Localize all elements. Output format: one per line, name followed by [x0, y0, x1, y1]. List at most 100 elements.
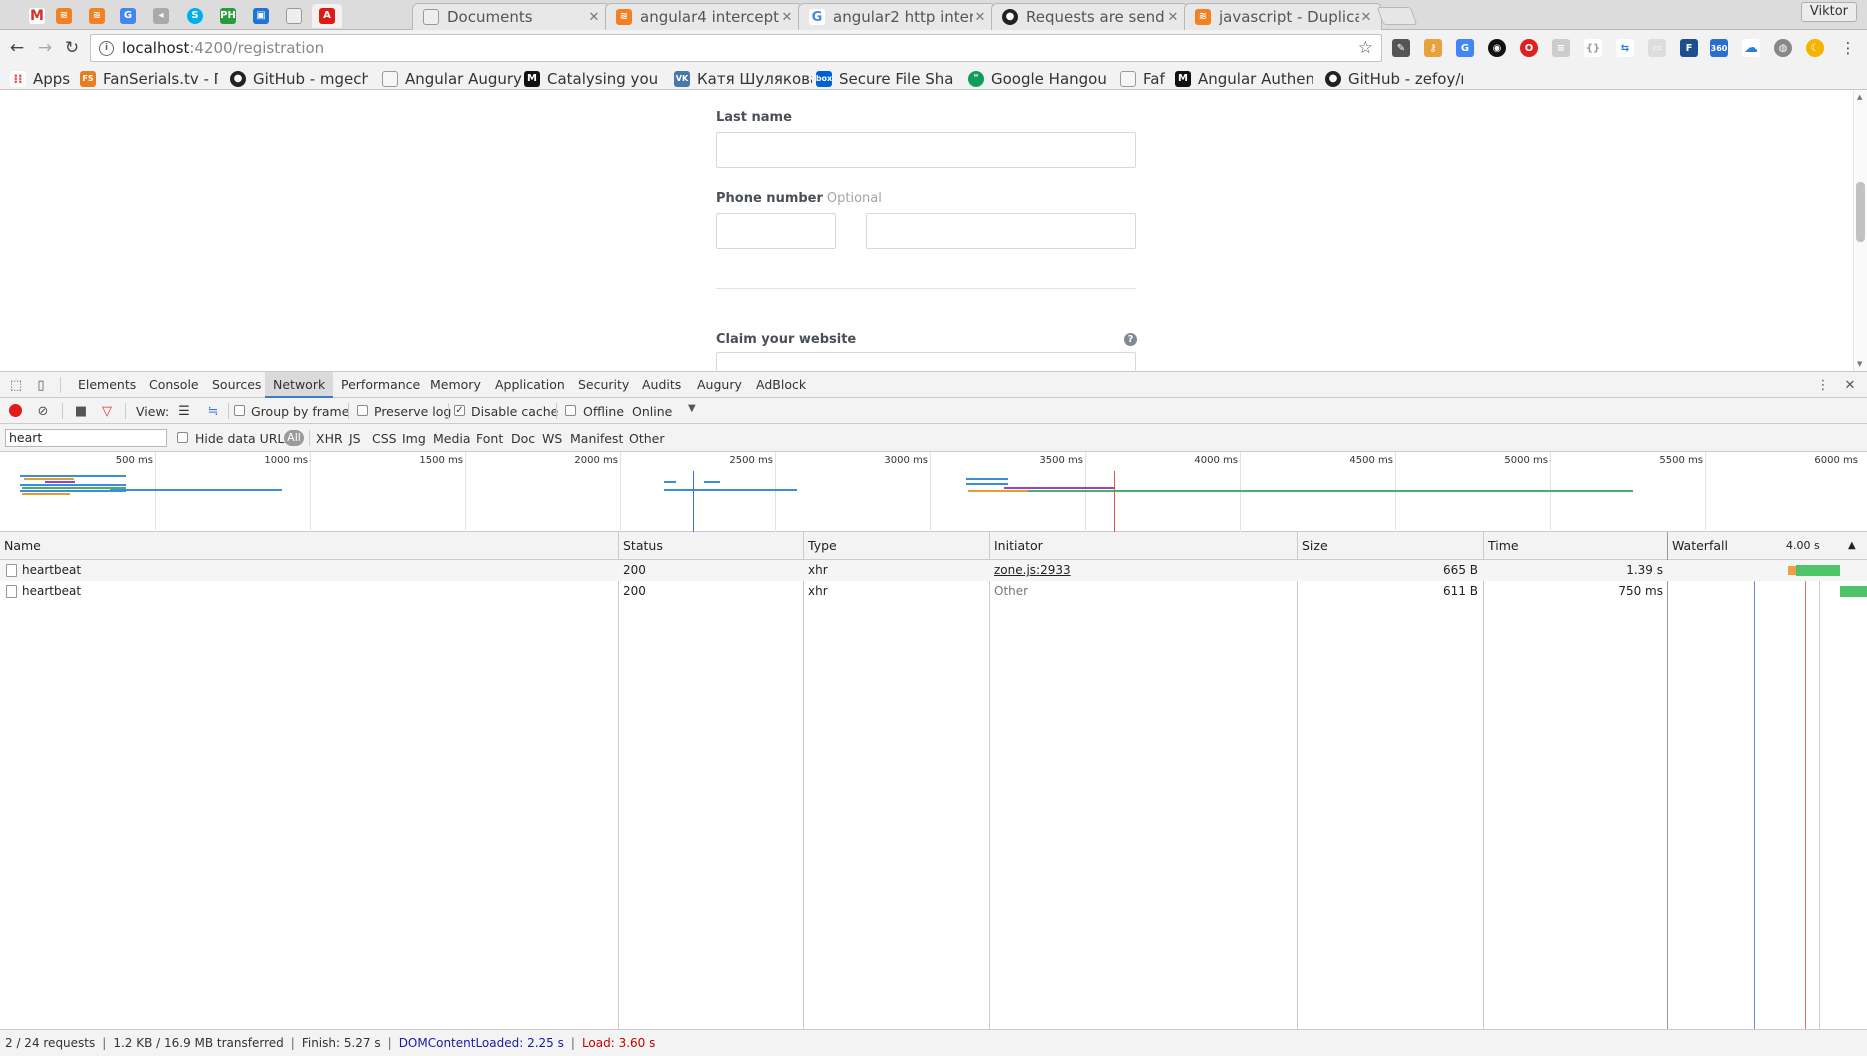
tab-documents[interactable]: Documents ✕	[412, 3, 610, 30]
group-by-frame-checkbox[interactable]	[234, 405, 245, 416]
page-scrollbar[interactable]: ▲ ▼	[1853, 90, 1867, 371]
extension-moon-icon[interactable]: ☾	[1806, 39, 1824, 57]
overview-icon[interactable]: ≒	[205, 403, 221, 419]
extension-key-icon[interactable]: ⚷	[1424, 39, 1442, 57]
devtools-tab-console[interactable]: Console	[141, 372, 207, 398]
filter-type-js[interactable]: JS	[349, 431, 361, 446]
devtools-tab-audits[interactable]: Audits	[634, 372, 689, 398]
address-bar[interactable]: i localhost:4200/registration ☆	[90, 34, 1382, 62]
pinned-tab-document[interactable]	[279, 4, 309, 28]
bookmark-angular-auth[interactable]: M Angular Authent	[1175, 69, 1313, 89]
devtools-close-icon[interactable]: ✕	[1842, 377, 1858, 393]
tab-requests-are-send[interactable]: ● Requests are send t ✕	[991, 3, 1189, 30]
close-icon[interactable]: ✕	[780, 10, 794, 25]
extension-circle-icon[interactable]: ◉	[1488, 39, 1506, 57]
bookmark-faf[interactable]: Faf	[1120, 69, 1172, 89]
devtools-menu-icon[interactable]: ⋮	[1815, 377, 1831, 393]
devtools-tab-performance[interactable]: Performance	[333, 372, 428, 398]
devtools-tab-memory[interactable]: Memory	[422, 372, 489, 398]
filter-type-other[interactable]: Other	[629, 431, 665, 446]
column-header-name[interactable]: Name	[4, 532, 41, 560]
column-header-type[interactable]: Type	[808, 532, 837, 560]
bookmark-vk[interactable]: VK Катя Шулякова	[674, 69, 812, 89]
large-rows-icon[interactable]: ☰	[176, 403, 192, 419]
help-icon[interactable]: ?	[1124, 333, 1137, 346]
filter-input[interactable]: heart	[5, 429, 167, 447]
extension-json-icon[interactable]: {}	[1584, 39, 1602, 57]
close-icon[interactable]: ✕	[1359, 10, 1373, 25]
filter-type-media[interactable]: Media	[433, 431, 471, 446]
tab-angular2-http[interactable]: G angular2 http interc ✕	[798, 3, 996, 30]
pinned-tab-producthunt[interactable]: PH	[213, 4, 243, 28]
scroll-down-icon[interactable]: ▼	[1857, 360, 1862, 368]
bookmark-catalysing[interactable]: M Catalysing your A	[524, 69, 658, 89]
tab-javascript-duplicate[interactable]: ≋ javascript - Duplica ✕	[1184, 3, 1382, 30]
devtools-tab-augury[interactable]: Augury	[689, 372, 750, 398]
column-divider[interactable]	[1667, 532, 1668, 1029]
extension-globe-icon[interactable]: ◍	[1774, 39, 1792, 57]
scrollbar-thumb[interactable]	[1856, 182, 1865, 242]
devtools-tab-adblock[interactable]: AdBlock	[748, 372, 814, 398]
profile-button[interactable]: Viktor	[1800, 2, 1857, 22]
phone-country-code-input[interactable]	[716, 213, 836, 249]
pinned-tab-translate[interactable]: G	[113, 4, 143, 28]
extension-360-icon[interactable]: 360	[1710, 39, 1728, 57]
devtools-tab-elements[interactable]: Elements	[70, 372, 144, 398]
filter-type-manifest[interactable]: Manifest	[570, 431, 623, 446]
pinned-tab-audio[interactable]: ◂	[146, 4, 176, 28]
column-divider[interactable]	[1483, 532, 1484, 1029]
pinned-tab-stackoverflow-2[interactable]: ≋	[82, 4, 112, 28]
claim-website-input[interactable]	[716, 352, 1136, 371]
pinned-tab-angular[interactable]: A	[312, 4, 342, 28]
extension-opera-icon[interactable]: O	[1520, 39, 1538, 57]
info-icon[interactable]: i	[99, 40, 114, 56]
capture-screenshots-icon[interactable]: ■	[73, 403, 89, 419]
bookmark-star-icon[interactable]: ☆	[1358, 38, 1373, 58]
sort-ascending-icon[interactable]: ▲	[1848, 532, 1856, 560]
pinned-tab-stackoverflow-1[interactable]: ≋	[49, 4, 79, 28]
extension-eyedropper-icon[interactable]: ✎	[1392, 39, 1410, 57]
last-name-input[interactable]	[716, 132, 1136, 168]
throttling-select[interactable]: Online	[632, 404, 672, 419]
column-divider[interactable]	[989, 532, 990, 1029]
filter-icon[interactable]: ▽	[99, 403, 115, 419]
devtools-tab-network[interactable]: Network	[265, 372, 334, 398]
table-row[interactable]: heartbeat 200 xhr Other 611 B 750 ms	[0, 581, 1867, 602]
record-icon[interactable]	[9, 404, 22, 417]
phone-number-input[interactable]	[866, 213, 1136, 249]
bookmark-angular-augury[interactable]: Angular Augury	[382, 69, 522, 89]
column-header-status[interactable]: Status	[623, 532, 663, 560]
scroll-up-icon[interactable]: ▲	[1857, 93, 1862, 101]
disable-cache-checkbox[interactable]: ✓	[454, 405, 465, 416]
request-initiator-link[interactable]: zone.js:2933	[994, 560, 1071, 581]
close-icon[interactable]: ✕	[1166, 10, 1180, 25]
column-header-size[interactable]: Size	[1302, 532, 1328, 560]
browser-menu-icon[interactable]: ⋮	[1838, 38, 1858, 58]
filter-type-css[interactable]: CSS	[372, 431, 397, 446]
table-row[interactable]: heartbeat 200 xhr zone.js:2933 665 B 1.3…	[0, 560, 1867, 581]
bookmark-hangouts[interactable]: " Google Hangout	[968, 69, 1106, 89]
clear-icon[interactable]: ⊘	[35, 403, 51, 419]
column-divider[interactable]	[1297, 532, 1298, 1029]
bookmark-fanserials[interactable]: FS FanSerials.tv - По	[80, 69, 218, 89]
filter-type-img[interactable]: Img	[402, 431, 426, 446]
tab-angular4-interceptor[interactable]: ≋ angular4 intercepto ✕	[605, 3, 803, 30]
extension-translate-icon[interactable]: G	[1456, 39, 1474, 57]
filter-type-font[interactable]: Font	[476, 431, 503, 446]
column-header-time[interactable]: Time	[1488, 532, 1519, 560]
pinned-tab-gmail[interactable]: M	[22, 4, 52, 28]
devtools-tab-application[interactable]: Application	[487, 372, 573, 398]
pinned-tab-skype[interactable]: S	[180, 4, 210, 28]
preserve-log-checkbox[interactable]	[357, 405, 368, 416]
devtools-tab-sources[interactable]: Sources	[204, 372, 269, 398]
devtools-tab-security[interactable]: Security	[570, 372, 637, 398]
column-header-initiator[interactable]: Initiator	[994, 532, 1043, 560]
device-toolbar-icon[interactable]: ▯	[33, 377, 49, 393]
filter-type-all[interactable]: All	[284, 430, 304, 446]
bookmark-apps[interactable]: ⁝⁝ Apps	[10, 69, 70, 89]
column-divider[interactable]	[803, 532, 804, 1029]
bookmark-github-zefoy[interactable]: ● GitHub - zefoy/n	[1325, 69, 1463, 89]
new-tab-button[interactable]	[1376, 7, 1418, 25]
filter-type-xhr[interactable]: XHR	[316, 431, 343, 446]
close-icon[interactable]: ✕	[973, 10, 987, 25]
